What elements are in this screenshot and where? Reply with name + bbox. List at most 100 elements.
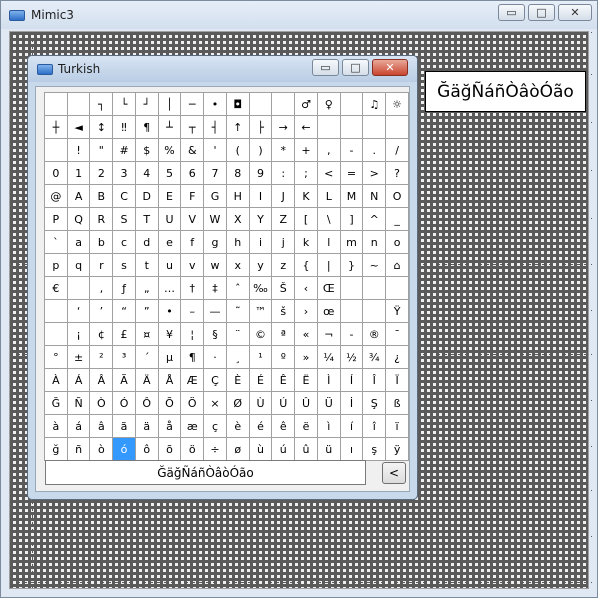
char-key[interactable] [339, 92, 364, 116]
char-key[interactable]: ┬ [180, 115, 205, 139]
char-key[interactable]: 5 [157, 161, 182, 185]
char-key[interactable]: í [339, 414, 364, 438]
char-key[interactable]: Ò [89, 391, 114, 415]
char-key[interactable]: · [203, 345, 227, 369]
char-key[interactable]: ) [248, 138, 273, 162]
char-key[interactable]: ˜ [225, 299, 250, 323]
char-key[interactable]: Ï [385, 368, 409, 392]
char-key[interactable]: Š [271, 276, 296, 300]
char-key[interactable]: # [112, 138, 136, 162]
char-key[interactable]: L [316, 184, 341, 208]
char-key[interactable]: - [339, 322, 364, 346]
char-key[interactable]: Ë [294, 368, 318, 392]
char-key[interactable]: M [339, 184, 364, 208]
char-key[interactable]: … [157, 276, 182, 300]
char-key[interactable]: ú [271, 437, 296, 461]
char-key[interactable]: ┐ [89, 92, 114, 116]
char-key[interactable]: ´ [134, 345, 159, 369]
char-key[interactable]: ¶ [134, 115, 159, 139]
char-key[interactable]: è [225, 414, 250, 438]
char-key[interactable]: 3 [112, 161, 136, 185]
char-key[interactable]: X [225, 207, 250, 231]
char-key[interactable] [385, 115, 409, 139]
char-key[interactable]: Â [89, 368, 114, 392]
char-key[interactable]: œ [316, 299, 341, 323]
char-key[interactable]: ? [385, 161, 409, 185]
char-key[interactable]: S [112, 207, 136, 231]
char-key[interactable]: / [385, 138, 409, 162]
char-key[interactable]: ◄ [66, 115, 91, 139]
char-key[interactable]: € [44, 276, 68, 300]
char-key[interactable]: ß [385, 391, 409, 415]
char-key[interactable]: ! [66, 138, 91, 162]
char-key[interactable]: i [248, 230, 273, 254]
char-key[interactable]: \ [316, 207, 341, 231]
turkish-minimize-button[interactable]: ▭ [312, 59, 339, 76]
char-key[interactable]: B [89, 184, 114, 208]
char-key[interactable]: o [385, 230, 409, 254]
char-key[interactable]: µ [157, 345, 182, 369]
char-key[interactable]: æ [180, 414, 205, 438]
char-key[interactable]: Ø [225, 391, 250, 415]
char-key[interactable]: ş [362, 437, 387, 461]
char-key[interactable]: á [66, 414, 91, 438]
char-key[interactable]: w [203, 253, 227, 277]
char-key[interactable] [44, 92, 68, 116]
char-key[interactable]: V [180, 207, 205, 231]
char-key[interactable]: ↕ [89, 115, 114, 139]
char-key[interactable]: ² [89, 345, 114, 369]
char-key[interactable]: ¥ [157, 322, 182, 346]
char-key[interactable]: → [271, 115, 296, 139]
char-key[interactable]: m [339, 230, 364, 254]
char-key[interactable] [339, 299, 364, 323]
char-key[interactable]: ┼ [44, 115, 68, 139]
char-key[interactable]: ~ [362, 253, 387, 277]
char-key[interactable]: h [225, 230, 250, 254]
char-key[interactable]: ³ [112, 345, 136, 369]
char-key[interactable]: [ [294, 207, 318, 231]
char-key[interactable]: ( [225, 138, 250, 162]
char-key[interactable]: ˆ [225, 276, 250, 300]
char-key[interactable]: × [203, 391, 227, 415]
char-key[interactable]: ° [44, 345, 68, 369]
char-key[interactable]: ‚ [89, 276, 114, 300]
char-key[interactable]: « [294, 322, 318, 346]
char-key[interactable]: — [203, 299, 227, 323]
char-key[interactable]: Æ [180, 368, 205, 392]
char-key[interactable]: J [271, 184, 296, 208]
char-key[interactable] [248, 92, 273, 116]
char-key[interactable]: Ä [134, 368, 159, 392]
char-key[interactable]: , [316, 138, 341, 162]
char-key[interactable]: ö [180, 437, 205, 461]
char-key[interactable]: r [89, 253, 114, 277]
char-key[interactable]: v [180, 253, 205, 277]
char-key[interactable]: b [89, 230, 114, 254]
char-key[interactable]: Î [362, 368, 387, 392]
char-key[interactable]: ò [89, 437, 114, 461]
char-key[interactable]: q [66, 253, 91, 277]
char-key[interactable]: £ [112, 322, 136, 346]
char-key[interactable]: Ì [316, 368, 341, 392]
char-key[interactable]: G [203, 184, 227, 208]
char-key[interactable]: Ÿ [385, 299, 409, 323]
char-key[interactable]: Z [271, 207, 296, 231]
char-key[interactable]: ¼ [316, 345, 341, 369]
char-key[interactable]: ¬ [316, 322, 341, 346]
char-key[interactable]: O [385, 184, 409, 208]
char-key[interactable]: 2 [89, 161, 114, 185]
char-key[interactable]: Ú [271, 391, 296, 415]
char-key[interactable]: • [203, 92, 227, 116]
turkish-maximize-button[interactable]: □ [342, 59, 369, 76]
char-key[interactable]: > [362, 161, 387, 185]
char-key[interactable]: @ [44, 184, 68, 208]
char-key[interactable]: ¨ [225, 322, 250, 346]
char-key[interactable]: › [294, 299, 318, 323]
char-key[interactable]: H [225, 184, 250, 208]
char-key[interactable]: t [134, 253, 159, 277]
char-key[interactable]: ™ [248, 299, 273, 323]
char-key[interactable]: ' [203, 138, 227, 162]
char-key[interactable]: • [157, 299, 182, 323]
char-key[interactable] [339, 276, 364, 300]
char-key[interactable]: ` [44, 230, 68, 254]
char-key[interactable]: 9 [248, 161, 273, 185]
